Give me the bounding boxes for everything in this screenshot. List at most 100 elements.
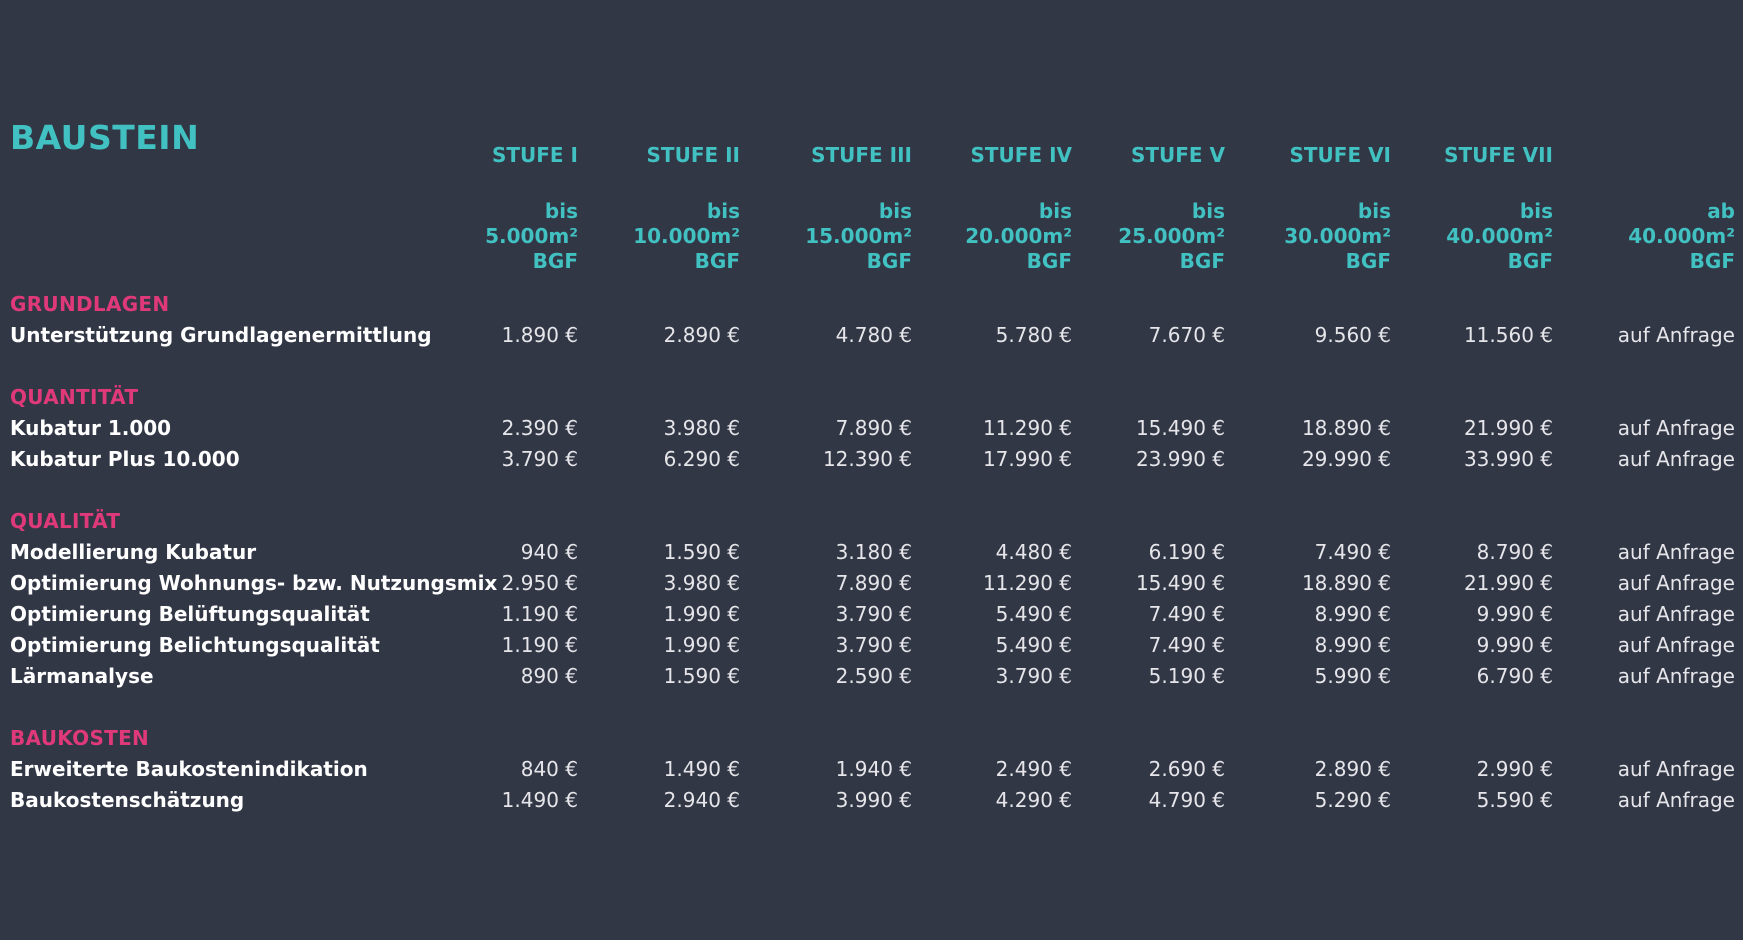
price-cell: 18.890 €	[1301, 571, 1391, 595]
price-cell: 1.940 €	[835, 757, 912, 781]
price-cell: 2.390 €	[501, 416, 578, 440]
price-cell: 5.490 €	[995, 633, 1072, 657]
price-cell: 6.190 €	[1148, 540, 1225, 564]
price-cell: 11.290 €	[982, 416, 1072, 440]
price-cell: 1.890 €	[501, 323, 578, 347]
price-cell: 7.670 €	[1148, 323, 1225, 347]
price-cell: auf Anfrage	[1617, 664, 1735, 688]
section-heading: BAUKOSTEN	[10, 726, 150, 750]
column-range-line: BGF	[1345, 249, 1391, 273]
price-cell: 3.180 €	[835, 540, 912, 564]
price-cell: auf Anfrage	[1617, 571, 1735, 595]
column-range-line: bis	[1191, 199, 1225, 223]
price-cell: 21.990 €	[1463, 416, 1553, 440]
price-cell: 4.790 €	[1148, 788, 1225, 812]
price-cell: 1.190 €	[501, 633, 578, 657]
price-cell: auf Anfrage	[1617, 633, 1735, 657]
price-cell: 21.990 €	[1463, 571, 1553, 595]
price-cell: 33.990 €	[1463, 447, 1553, 471]
price-cell: 1.490 €	[501, 788, 578, 812]
column-range: bis 25.000m² BGF	[1075, 199, 1225, 274]
price-cell: auf Anfrage	[1617, 447, 1735, 471]
column-header: STUFE II	[646, 143, 740, 167]
price-cell: 5.490 €	[995, 602, 1072, 626]
price-cell: 8.790 €	[1476, 540, 1553, 564]
price-cell: 2.940 €	[663, 788, 740, 812]
column-range-line: bis	[1357, 199, 1391, 223]
price-cell: 18.890 €	[1301, 416, 1391, 440]
price-cell: 2.990 €	[1476, 757, 1553, 781]
price-cell: 3.990 €	[835, 788, 912, 812]
price-cell: 12.390 €	[822, 447, 912, 471]
price-cell: auf Anfrage	[1617, 602, 1735, 626]
price-cell: 2.690 €	[1148, 757, 1225, 781]
column-range-line: BGF	[532, 249, 578, 273]
price-cell: 11.290 €	[982, 571, 1072, 595]
price-cell: 4.780 €	[835, 323, 912, 347]
column-range-line: 30.000m²	[1284, 224, 1391, 248]
price-cell: 7.490 €	[1314, 540, 1391, 564]
column-range-line: bis	[1038, 199, 1072, 223]
price-cell: 5.290 €	[1314, 788, 1391, 812]
price-cell: 3.790 €	[835, 633, 912, 657]
column-header: STUFE VII	[1444, 143, 1553, 167]
price-cell: 7.490 €	[1148, 633, 1225, 657]
column-range-line: BGF	[1689, 249, 1735, 273]
price-cell: 4.480 €	[995, 540, 1072, 564]
price-cell: 1.990 €	[663, 633, 740, 657]
column-range: bis 20.000m² BGF	[922, 199, 1072, 274]
row-label: Optimierung Belüftungsqualität	[10, 602, 370, 626]
price-cell: 3.790 €	[995, 664, 1072, 688]
column-range-line: BGF	[866, 249, 912, 273]
price-cell: 6.290 €	[663, 447, 740, 471]
price-cell: 840 €	[520, 757, 578, 781]
row-label: Unterstützung Grundlagenermittlung	[10, 323, 432, 347]
price-cell: 2.950 €	[501, 571, 578, 595]
price-cell: 5.190 €	[1148, 664, 1225, 688]
row-label: Kubatur 1.000	[10, 416, 172, 440]
price-cell: 5.990 €	[1314, 664, 1391, 688]
price-cell: auf Anfrage	[1617, 416, 1735, 440]
row-label: Optimierung Belichtungsqualität	[10, 633, 380, 657]
row-label: Baukostenschätzung	[10, 788, 245, 812]
column-range: bis 15.000m² BGF	[762, 199, 912, 274]
section-heading: GRUNDLAGEN	[10, 292, 170, 316]
price-cell: 15.490 €	[1135, 416, 1225, 440]
price-cell: 23.990 €	[1135, 447, 1225, 471]
price-cell: 7.890 €	[835, 416, 912, 440]
price-cell: 6.790 €	[1476, 664, 1553, 688]
price-cell: auf Anfrage	[1617, 788, 1735, 812]
price-cell: 2.890 €	[1314, 757, 1391, 781]
column-range: bis 5.000m² BGF	[428, 199, 578, 274]
column-range-line: bis	[706, 199, 740, 223]
pricing-table: BAUSTEIN STUFE Ibis 5.000m² BGF STUFE II bis…	[0, 0, 1743, 940]
column-range-line: bis	[1519, 199, 1553, 223]
price-cell: 9.990 €	[1476, 633, 1553, 657]
column-range-line: 25.000m²	[1118, 224, 1225, 248]
price-cell: auf Anfrage	[1617, 757, 1735, 781]
table-title: BAUSTEIN	[10, 118, 200, 157]
price-cell: 11.560 €	[1463, 323, 1553, 347]
price-cell: 9.990 €	[1476, 602, 1553, 626]
column-header: STUFE III	[811, 143, 912, 167]
price-cell: 1.190 €	[501, 602, 578, 626]
row-label: Modellierung Kubatur	[10, 540, 257, 564]
price-cell: 7.890 €	[835, 571, 912, 595]
price-cell: 2.890 €	[663, 323, 740, 347]
price-cell: 1.590 €	[663, 540, 740, 564]
price-cell: 29.990 €	[1301, 447, 1391, 471]
column-header: STUFE I	[491, 143, 578, 167]
column-range-line: 20.000m²	[965, 224, 1072, 248]
price-cell: 2.490 €	[995, 757, 1072, 781]
price-cell: 5.590 €	[1476, 788, 1553, 812]
column-range-line: BGF	[1179, 249, 1225, 273]
column-range: bis 40.000m² BGF	[1403, 199, 1553, 274]
column-range-line: BGF	[694, 249, 740, 273]
price-cell: 3.980 €	[663, 571, 740, 595]
price-cell: 15.490 €	[1135, 571, 1225, 595]
price-cell: 1.590 €	[663, 664, 740, 688]
column-range-line: bis	[878, 199, 912, 223]
price-cell: 940 €	[520, 540, 578, 564]
column-range-line: 5.000m²	[485, 224, 578, 248]
price-cell: 8.990 €	[1314, 602, 1391, 626]
